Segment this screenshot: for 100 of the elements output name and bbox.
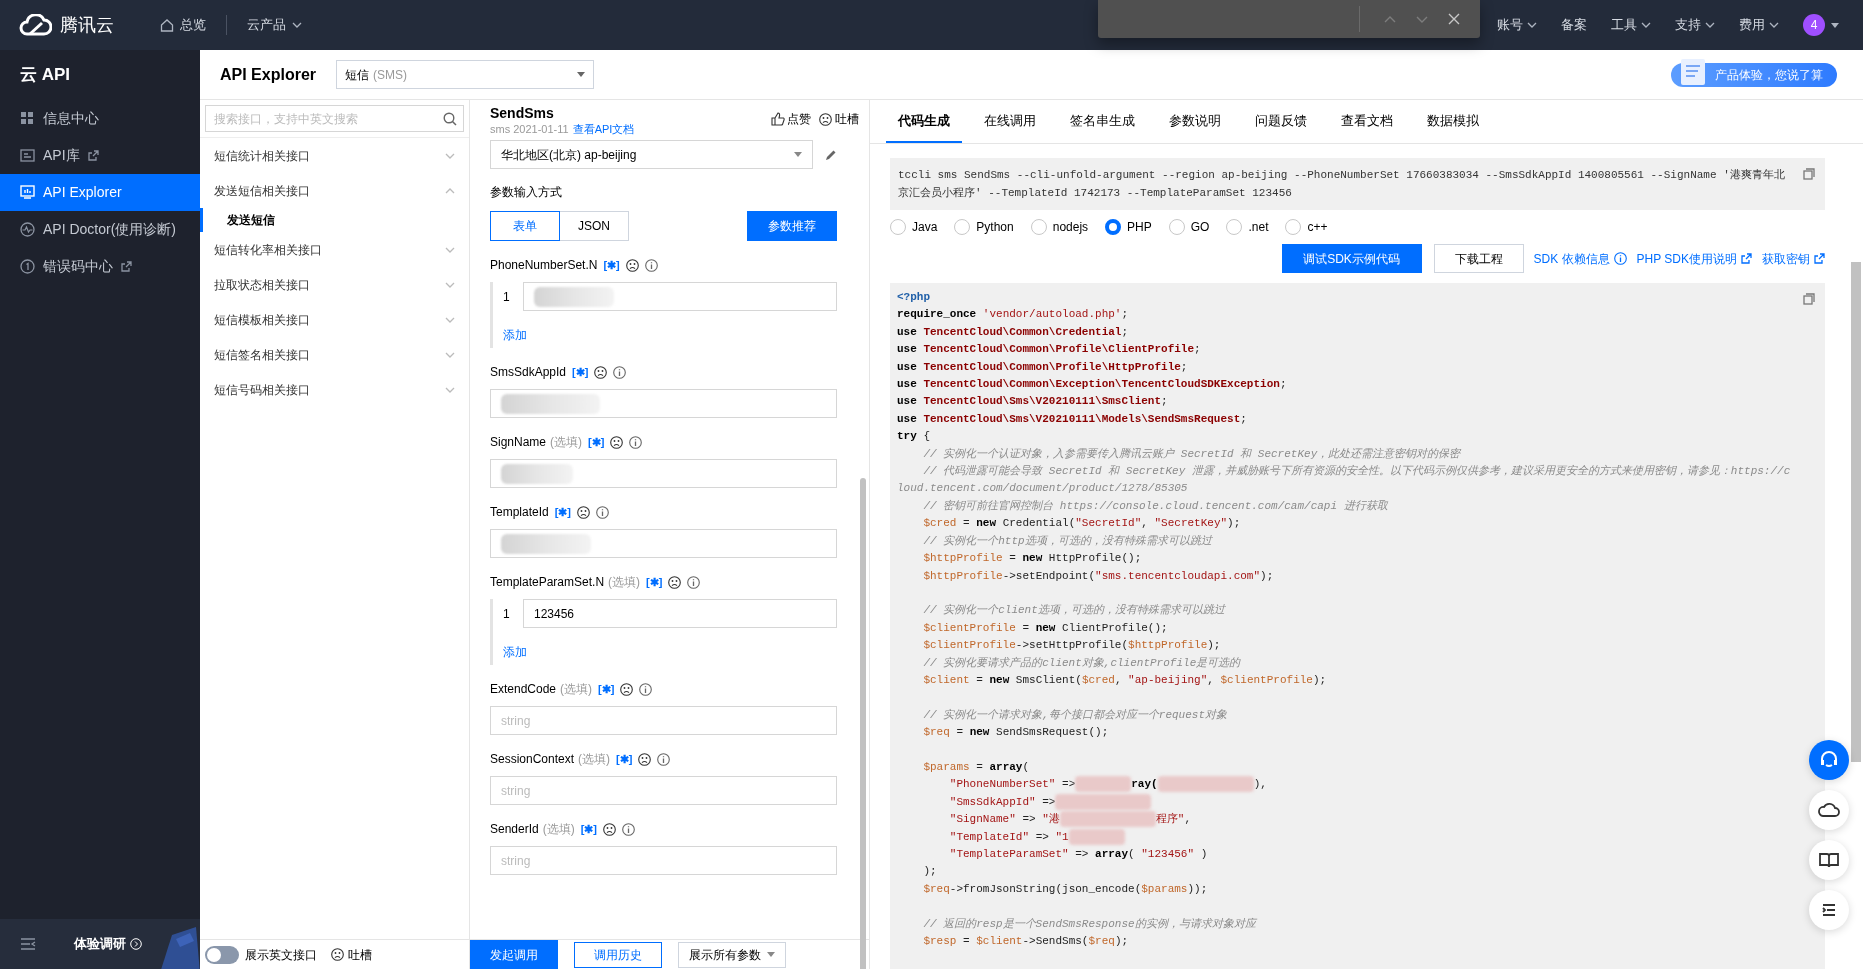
avatar[interactable]: 4 [1803, 14, 1825, 36]
region-select[interactable]: 华北地区(北京) ap-beijing [490, 140, 813, 169]
show-params-select[interactable]: 展示所有参数 [678, 941, 786, 968]
param-name: SenderId [490, 821, 539, 838]
doc-link[interactable]: SDK 依赖信息 [1533, 249, 1627, 268]
copy-icon[interactable] [1803, 168, 1815, 180]
info-icon [639, 682, 653, 696]
add-link[interactable]: 添加 [503, 643, 527, 661]
collapse-menu-icon[interactable] [20, 938, 36, 950]
sidebar-item[interactable]: API库 [0, 137, 200, 174]
api-action-name: SendSms [490, 104, 555, 122]
chevron-up-icon[interactable] [1384, 15, 1396, 23]
interface-group[interactable]: 短信签名相关接口 [200, 337, 469, 372]
debug-sdk-button[interactable]: 调试SDK示例代码 [1281, 244, 1422, 273]
tab[interactable]: 问题反馈 [1243, 100, 1319, 143]
input-field[interactable] [523, 282, 837, 311]
doc-link[interactable]: PHP SDK使用说明 [1636, 249, 1752, 268]
interface-group[interactable]: 短信统计相关接口 [200, 138, 469, 173]
info-icon [687, 575, 701, 589]
input-mode-tab[interactable]: JSON [559, 211, 629, 241]
edit-icon[interactable] [825, 148, 837, 161]
code-line: "TemplateId" => "1 [897, 828, 1795, 846]
chevron-down-icon [445, 351, 455, 358]
caret-down-icon [767, 952, 775, 957]
tab[interactable]: 在线调用 [972, 100, 1048, 143]
code-line: $httpProfile->setEndpoint("sms.tencentcloudapi.com"); [922, 568, 1275, 584]
caret-down-icon [1831, 22, 1839, 28]
sidebar-item[interactable]: 错误码中心 [0, 248, 200, 285]
nav-link[interactable]: 费用 [1739, 15, 1779, 35]
download-button[interactable]: 下载工程 [1433, 244, 1524, 273]
chevron-down-icon[interactable] [1416, 15, 1428, 23]
caret-down-icon [577, 72, 586, 77]
code-line: use TencentCloud\Common\Exception\TencentCloudSDKException; [897, 377, 1288, 393]
code-line: use TencentCloud\Common\Credential; [897, 324, 1130, 340]
sidebar-item[interactable]: API Doctor(使用诊断) [0, 211, 200, 248]
product-select[interactable]: 短信 (SMS) [336, 60, 595, 89]
nav-link[interactable]: 总览 [148, 15, 218, 35]
send-request-button[interactable]: 发起调用 [470, 940, 558, 969]
tab[interactable]: 参数说明 [1157, 100, 1233, 143]
interface-item[interactable]: 发送短信 [200, 208, 469, 232]
required-mark: [✱] [603, 257, 620, 273]
input-field[interactable] [490, 389, 837, 418]
code-line: "SmsSdkAppId" => [897, 793, 1795, 812]
tab[interactable]: 签名串生成 [1058, 100, 1147, 143]
close-icon[interactable] [1448, 13, 1460, 25]
input-field[interactable] [490, 529, 837, 558]
floating-button[interactable] [1809, 840, 1849, 880]
language-radio[interactable]: nodejs [1030, 218, 1089, 236]
required-mark: [✱] [598, 681, 615, 697]
tab[interactable]: 数据模拟 [1415, 100, 1491, 143]
nav-link[interactable]: 备案 [1561, 15, 1587, 35]
sad-face-icon [819, 112, 832, 126]
code-line: use TencentCloud\Sms\V20210111\Models\SendSmsRequest; [897, 411, 1248, 427]
recommend-button[interactable]: 参数推荐 [747, 211, 837, 241]
chevron-down-icon [1769, 22, 1779, 28]
code-line: $params = array( [922, 759, 1031, 775]
interface-group[interactable]: 短信号码相关接口 [200, 372, 469, 407]
like-button[interactable]: 点赞 [771, 110, 811, 128]
nav-link[interactable]: 账号 [1497, 15, 1537, 35]
survey-link[interactable]: 体验调研 [74, 934, 142, 954]
nav-link[interactable]: 支持 [1675, 15, 1715, 35]
sidebar-item[interactable]: 信息中心 [0, 100, 200, 137]
history-button[interactable]: 调用历史 [574, 941, 662, 968]
interface-group[interactable]: 短信转化率相关接口 [200, 232, 469, 267]
scrollbar-thumb[interactable] [860, 478, 866, 969]
doc-link[interactable]: 查看API文档 [572, 122, 635, 137]
input-mode-tab[interactable]: 表单 [490, 211, 560, 241]
info-icon [613, 365, 627, 379]
code-line: $req = new SendSmsRequest(); [922, 725, 1110, 741]
input-field[interactable]: 123456 [523, 599, 837, 628]
tab[interactable]: 查看文档 [1329, 100, 1405, 143]
scrollbar-thumb[interactable] [1851, 262, 1861, 762]
param-name: TemplateId [490, 504, 549, 521]
language-radio[interactable]: GO [1168, 218, 1210, 236]
interface-group[interactable]: 短信模板相关接口 [200, 302, 469, 337]
sidebar-item[interactable]: API Explorer [0, 174, 200, 211]
required-mark: [✱] [572, 364, 589, 380]
input-field[interactable] [490, 459, 837, 488]
search-field[interactable]: 搜索接口，支持中英文搜索 [205, 105, 464, 132]
feedback-link[interactable]: 吐槽 [819, 110, 859, 128]
chevron-down-icon [292, 22, 302, 28]
item-index: 1 [503, 288, 509, 306]
language-radio[interactable]: .net [1226, 218, 1269, 236]
feedback-link[interactable]: 吐槽 [331, 945, 372, 964]
language-radio[interactable]: PHP [1105, 218, 1152, 236]
add-link[interactable]: 添加 [503, 326, 527, 344]
language-radio[interactable]: c++ [1285, 218, 1328, 236]
language-radio[interactable]: Java [890, 218, 938, 236]
interface-group[interactable]: 发送短信相关接口 [200, 173, 469, 208]
optional-note: (选填) [550, 434, 583, 451]
toggle-switch[interactable] [205, 945, 239, 964]
sad-face-icon [577, 505, 591, 519]
floating-button[interactable] [1809, 790, 1849, 830]
interface-group[interactable]: 拉取状态相关接口 [200, 267, 469, 302]
floating-button[interactable] [1809, 890, 1849, 930]
nav-link[interactable]: 工具 [1611, 15, 1651, 35]
doc-link[interactable]: 获取密钥 [1762, 249, 1825, 268]
language-radio[interactable]: Python [954, 218, 1014, 236]
copy-icon[interactable] [1803, 293, 1815, 305]
tab[interactable]: 代码生成 [886, 100, 962, 143]
